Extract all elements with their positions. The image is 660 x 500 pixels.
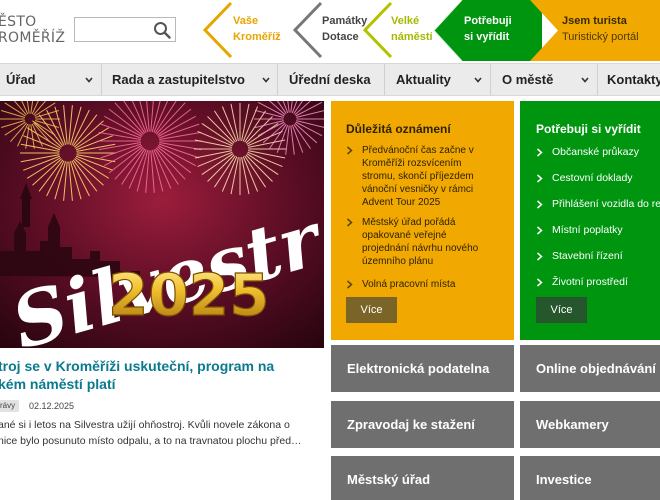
header-link-line-2: náměstí <box>391 31 433 43</box>
chevron-right-icon <box>347 146 353 155</box>
chevron-down-icon <box>474 77 482 83</box>
nav-item-label: Úřední deska <box>289 72 371 87</box>
chevron-right-icon <box>537 200 543 209</box>
notice-line: vánoční vesničky v rámci <box>362 184 474 195</box>
task-label: Cestovní doklady <box>552 172 633 184</box>
city-logo[interactable]: ĚSTO ROMĚŘÍŽ <box>0 14 65 46</box>
fireworks-illustration: Silvestr 2025 <box>0 101 324 348</box>
logo-line-1: ĚSTO <box>0 14 37 30</box>
chevron-right-icon <box>537 226 543 235</box>
article-excerpt-line-2: nice bylo posunuto místo odpalu, a to na… <box>0 435 302 447</box>
header-link-line-1: Potřebuji <box>464 15 512 27</box>
important-notices-title: Důležitá oznámení <box>346 122 451 136</box>
nav-item-o-meste[interactable]: O městě <box>491 64 598 95</box>
article-category-badge[interactable]: rávy <box>0 400 20 412</box>
nav-item-label: Rada a zastupitelstvo <box>112 72 245 87</box>
nav-item-uredni-deska[interactable]: Úřední deska <box>278 64 385 95</box>
task-label: Životní prostředí <box>552 276 628 288</box>
header-link-line-1: Jsem turista <box>562 15 627 27</box>
nav-item-urad[interactable]: Úřad <box>0 64 102 95</box>
nav-item-label: Úřad <box>6 72 36 87</box>
chevron-right-icon <box>537 252 543 261</box>
header-link-velke-namesti[interactable]: Velké náměstí <box>360 0 433 61</box>
notice-line: Kroměříži rozsvícením <box>362 158 462 169</box>
notice-item[interactable]: Městský úřad pořádá opakované veřejné pr… <box>346 216 506 270</box>
header-link-vase-kromeriz[interactable]: Vaše Kroměříž <box>200 0 290 61</box>
search-box <box>74 17 176 42</box>
more-notices-button[interactable]: Více <box>346 297 397 323</box>
chevron-left-icon <box>202 1 233 59</box>
logo-line-2: ROMĚŘÍŽ <box>0 30 66 46</box>
header-link-jsem-turista[interactable]: Jsem turista Turistický portál <box>530 0 660 61</box>
notice-item[interactable]: Předvánoční čas začne v Kroměříži rozsví… <box>346 144 506 210</box>
notice-line: Městský úřad pořádá <box>362 217 456 228</box>
notice-line: opakované veřejné <box>362 230 447 241</box>
task-label: Místní poplatky <box>552 224 623 236</box>
notice-line: projednání návrhu nového <box>362 243 479 254</box>
chevron-right-icon <box>537 278 543 287</box>
tile-webkamery[interactable]: Webkamery <box>520 401 660 448</box>
header-link-line-2: Kroměříž <box>233 31 281 43</box>
search-icon[interactable] <box>153 21 171 39</box>
notice-item[interactable]: Volná pracovní místa <box>346 278 506 292</box>
notice-line: Advent Tour 2025 <box>362 197 441 208</box>
search-input[interactable] <box>75 18 149 41</box>
notice-line: územního plánu <box>362 256 434 267</box>
nav-item-rada-a-zastupitelstvo[interactable]: Rada a zastupitelstvo <box>102 64 278 95</box>
notice-line: stromu, skončí příjezdem <box>362 171 474 182</box>
article-title-line-2: kém náměstí platí <box>0 376 116 392</box>
article-title-line-1: troj se v Kroměříži uskuteční, program n… <box>0 358 275 374</box>
tile-mestsky-urad[interactable]: Městský úřad <box>331 456 514 500</box>
more-tasks-button[interactable]: Více <box>536 297 587 323</box>
tile-elektronicka-podatelna[interactable]: Elektronická podatelna <box>331 345 514 392</box>
nav-item-label: Kontakty <box>607 72 660 87</box>
tile-investice[interactable]: Investice <box>520 456 660 500</box>
tile-online-objednavani[interactable]: Online objednávání <box>520 345 660 392</box>
main-nav: Úřad Rada a zastupitelstvo Úřední deska … <box>0 63 660 96</box>
article-date: 02.12.2025 <box>29 401 75 411</box>
header-link-line-1: Vaše <box>233 15 259 27</box>
chevron-left-icon <box>432 0 463 61</box>
header-link-line-2: si vyřídit <box>464 31 510 43</box>
chevron-down-icon <box>581 77 589 83</box>
nav-item-label: Aktuality <box>396 72 451 87</box>
header-link-pamatky-dotace[interactable]: Památky Dotace <box>290 0 367 61</box>
chevron-down-icon <box>85 77 93 83</box>
nav-item-kontakty[interactable]: Kontakty <box>598 64 660 95</box>
chevron-left-icon <box>292 1 323 59</box>
tasks-title: Potřebuji si vyřídit <box>536 122 641 136</box>
chevron-right-icon <box>347 280 353 289</box>
nav-item-label: O městě <box>502 72 554 87</box>
header-link-line-2: Turistický portál <box>562 31 639 43</box>
article-excerpt-line-1: ané si i letos na Silvestra užijí ohňost… <box>0 419 290 431</box>
task-label: Stavební řízení <box>552 250 623 262</box>
article-title[interactable]: troj se v Kroměříži uskuteční, program n… <box>0 357 320 393</box>
chevron-right-icon <box>347 218 353 227</box>
chevron-right-icon <box>537 148 543 157</box>
tile-zpravodaj-ke-stazeni[interactable]: Zpravodaj ke stažení <box>331 401 514 448</box>
task-label: Přihlášení vozidla do reg <box>552 198 660 210</box>
hero-year-text: 2025 <box>108 261 269 329</box>
notice-line: Předvánoční čas začne v <box>362 145 474 156</box>
hero-image[interactable]: Silvestr 2025 <box>0 101 324 348</box>
nav-item-aktuality[interactable]: Aktuality <box>385 64 491 95</box>
task-label: Občanské průkazy <box>552 146 639 158</box>
header-link-line-1: Velké <box>391 15 420 27</box>
important-notices-panel: Důležitá oznámení Předvánoční čas začne … <box>331 101 514 340</box>
chevron-right-icon <box>537 174 543 183</box>
article-excerpt: ané si i letos na Silvestra užijí ohňost… <box>0 417 320 449</box>
header-link-potrebuji-si-vyridit[interactable]: Potřebuji si vyřídit <box>432 0 542 61</box>
chevron-down-icon <box>262 77 270 83</box>
notice-line: Volná pracovní místa <box>362 279 456 290</box>
tasks-panel: Potřebuji si vyřídit Občanské průkazy Ce… <box>520 101 660 340</box>
